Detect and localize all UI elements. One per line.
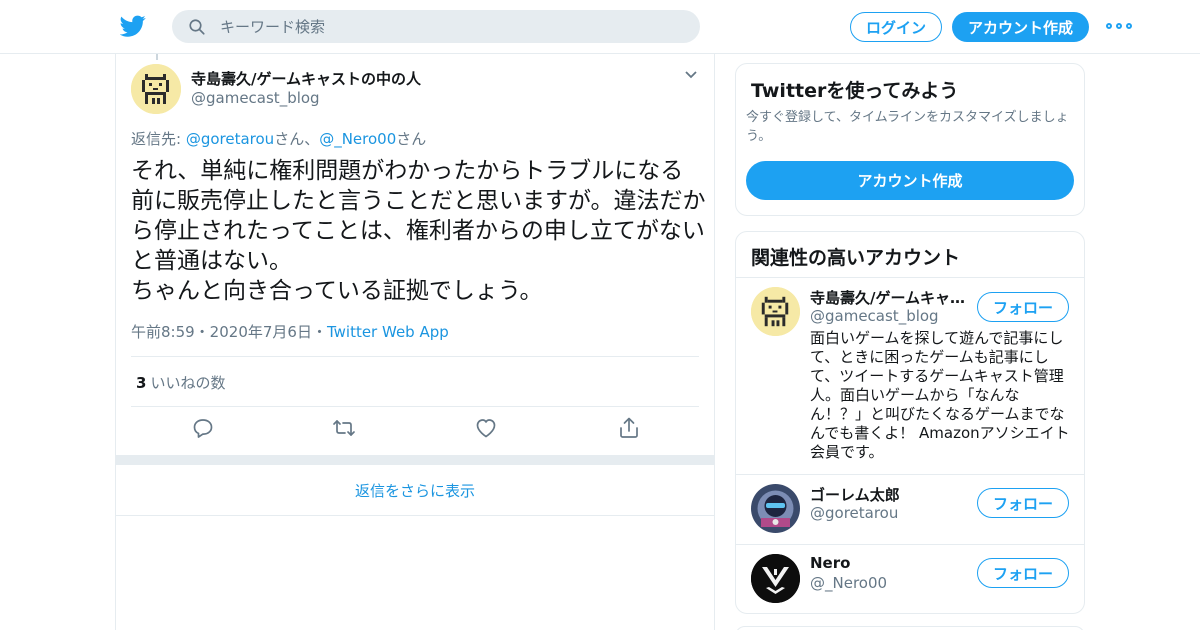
author-avatar[interactable] bbox=[131, 64, 181, 114]
tweet-column: 寺島壽久/ゲームキャストの中の人 @gamecast_blog 返信先: @go… bbox=[115, 54, 715, 630]
more-icon[interactable] bbox=[1106, 16, 1132, 36]
next-card-peek bbox=[735, 626, 1085, 630]
reply-suffix: さん bbox=[396, 130, 427, 148]
author-handle[interactable]: @gamecast_blog bbox=[191, 89, 320, 107]
account-avatar[interactable] bbox=[751, 484, 800, 533]
likes-count: 3 bbox=[136, 374, 147, 392]
promo-title: Twitterを使ってみよう bbox=[751, 80, 959, 102]
account-item[interactable]: 寺島壽久/ゲームキャ… @gamecast_blog 面白いゲームを探して遊んで… bbox=[736, 277, 1084, 474]
top-navigation-bar: ログイン アカウント作成 bbox=[0, 0, 1200, 54]
reply-suffix: さん、 bbox=[274, 130, 320, 148]
thread-connector bbox=[156, 54, 158, 60]
account-item[interactable]: ゴーレム太郎 @goretarou フォロー bbox=[736, 474, 1084, 544]
mention-link-nero[interactable]: @_Nero00 bbox=[319, 130, 396, 148]
reply-prefix: 返信先: bbox=[131, 130, 186, 148]
tweet-meta: 午前8:59・2020年7月6日・Twitter Web App bbox=[131, 321, 449, 342]
account-name[interactable]: 寺島壽久/ゲームキャ… bbox=[810, 287, 970, 308]
signup-side-button[interactable]: アカウント作成 bbox=[746, 161, 1074, 200]
account-handle[interactable]: @_Nero00 bbox=[810, 574, 887, 592]
related-accounts-card: 関連性の高いアカウント 寺島壽久/ゲームキャ… @gamecast_blog 面… bbox=[735, 231, 1085, 614]
retweet-icon[interactable] bbox=[332, 416, 356, 440]
section-separator bbox=[116, 455, 714, 465]
nero-emblem-avatar-icon bbox=[751, 554, 800, 603]
author-name[interactable]: 寺島壽久/ゲームキャストの中の人 bbox=[191, 68, 421, 89]
share-icon[interactable] bbox=[617, 416, 641, 440]
related-title: 関連性の高いアカウント bbox=[751, 247, 961, 269]
account-handle[interactable]: @gamecast_blog bbox=[810, 307, 939, 325]
robot-avatar-icon bbox=[751, 484, 800, 533]
signup-promo-card: Twitterを使ってみよう 今すぐ登録して、タイムラインをカスタマイズしましょ… bbox=[735, 63, 1085, 216]
account-item[interactable]: Nero @_Nero00 フォロー bbox=[736, 544, 1084, 614]
pixel-cat-avatar-icon bbox=[751, 287, 800, 336]
tweet-actions bbox=[116, 416, 716, 446]
account-bio: 面白いゲームを探して遊んで記事にして、ときに困ったゲームも記事にして、ツイートす… bbox=[810, 329, 1070, 461]
likes-label: いいねの数 bbox=[150, 374, 226, 392]
promo-description: 今すぐ登録して、タイムラインをカスタマイズしましょう。 bbox=[746, 110, 1069, 144]
account-name[interactable]: ゴーレム太郎 bbox=[810, 484, 970, 505]
account-name[interactable]: Nero bbox=[810, 554, 970, 572]
follow-button[interactable]: フォロー bbox=[977, 292, 1069, 322]
pixel-cat-avatar-icon bbox=[131, 64, 181, 114]
account-avatar[interactable] bbox=[751, 554, 800, 603]
divider bbox=[131, 356, 699, 357]
reply-icon[interactable] bbox=[191, 416, 215, 440]
show-more-replies-link[interactable]: 返信をさらに表示 bbox=[116, 465, 714, 516]
reply-context: 返信先: @goretarouさん、@_Nero00さん bbox=[131, 128, 426, 149]
tweet-timestamp[interactable]: 午前8:59・2020年7月6日・ bbox=[131, 323, 327, 341]
search-bar[interactable] bbox=[172, 10, 700, 43]
follow-button[interactable]: フォロー bbox=[977, 558, 1069, 588]
tweet-text: それ、単純に権利問題がわかったからトラブルになる前に販売停止したと言うことだと思… bbox=[131, 158, 706, 304]
account-handle[interactable]: @goretarou bbox=[810, 504, 898, 522]
chevron-down-icon[interactable] bbox=[684, 70, 698, 80]
search-input[interactable] bbox=[220, 17, 660, 36]
signup-button[interactable]: アカウント作成 bbox=[952, 12, 1089, 42]
tweet-source-link[interactable]: Twitter Web App bbox=[327, 323, 449, 341]
divider bbox=[131, 406, 699, 407]
follow-button[interactable]: フォロー bbox=[977, 488, 1069, 518]
twitter-logo-icon[interactable] bbox=[120, 13, 146, 39]
mention-link-goretarou[interactable]: @goretarou bbox=[186, 130, 274, 148]
search-icon bbox=[189, 18, 205, 35]
login-button[interactable]: ログイン bbox=[850, 12, 942, 42]
like-icon[interactable] bbox=[474, 416, 498, 440]
likes-stat[interactable]: 3 いいねの数 bbox=[136, 372, 225, 393]
account-avatar[interactable] bbox=[751, 287, 800, 336]
